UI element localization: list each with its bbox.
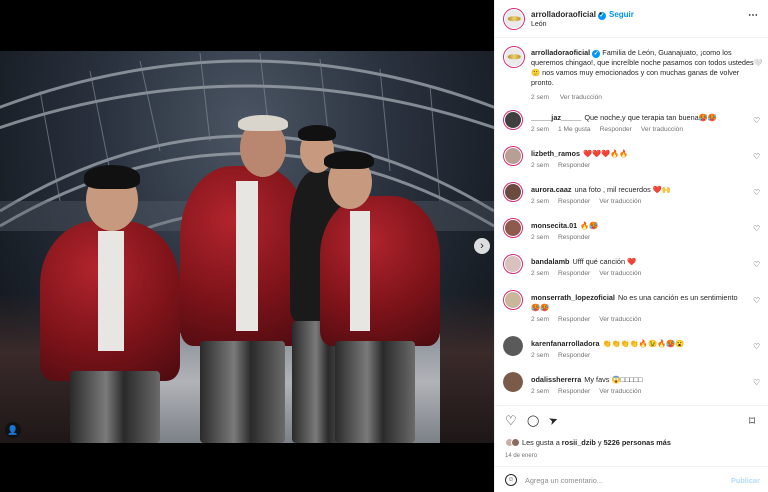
chevron-right-icon: › [480,240,484,252]
comment-time[interactable]: 2 sem [531,352,549,359]
reply-button[interactable]: Responder [558,162,590,169]
comment-time[interactable]: 2 sem [531,388,549,395]
comment-username[interactable]: aurora.caaz [531,185,572,194]
commenter-avatar[interactable] [503,146,523,166]
comment-username[interactable]: odalisshererra [531,375,581,384]
comment-text: ❤️❤️❤️🔥🔥 [583,149,629,158]
comment-icon[interactable]: ◯ [527,414,539,428]
reply-button[interactable]: Responder [558,352,590,359]
comment-username[interactable]: monserrath_lopezoficial [531,293,615,302]
comment-username[interactable]: karenfanarrolladora [531,339,600,348]
save-icon[interactable]: ⌑ [749,414,755,428]
comment-likes[interactable]: 1 Me gusta [558,126,591,133]
like-comment-icon[interactable]: ♡ [753,116,760,125]
comment-username[interactable]: monsecita.01 [531,221,577,230]
reply-button[interactable]: Responder [558,388,590,395]
comment-item: bandalamb Ufff qué canción ❤️ 2 sem Respon… [503,254,763,288]
follow-button[interactable]: Seguir [609,10,634,19]
translate-link[interactable]: Ver traducción [599,270,641,277]
commenter-avatar[interactable] [503,218,523,238]
comment-time[interactable]: 2 sem [531,234,549,241]
comment-username[interactable]: lizbeth_ramos [531,149,580,158]
like-comment-icon[interactable]: ♡ [753,152,760,161]
commenter-avatar[interactable] [503,254,523,274]
caption-avatar[interactable] [503,46,525,68]
like-comment-icon[interactable]: ♡ [753,260,760,269]
comment-item: _____jaz_____ Que noche,y que terapia tan… [503,110,763,144]
comment-text: 🔥🥵 [580,221,599,230]
comment-time[interactable]: 2 sem [531,316,549,323]
likes-count[interactable]: 5226 personas más [604,438,671,447]
separator-dot: • [599,9,602,18]
caption-time[interactable]: 2 sem [531,94,549,101]
commenter-avatar[interactable] [503,372,523,392]
reply-button[interactable]: Responder [558,234,590,241]
reply-button[interactable]: Responder [558,198,590,205]
reply-button[interactable]: Responder [558,270,590,277]
comment-item: monserrath_lopezoficial No es una canción… [503,290,763,324]
translate-link[interactable]: Ver traducción [599,388,641,395]
emoji-icon[interactable]: ☺ [505,474,517,486]
comment-time[interactable]: 2 sem [531,270,549,277]
post-side-panel: arrolladoraoficial ✓ • Seguir León ⋯ arro… [494,0,768,492]
like-comment-icon[interactable]: ♡ [753,224,760,233]
reply-button[interactable]: Responder [600,126,632,133]
comment-item: lizbeth_ramos ❤️❤️❤️🔥🔥 2 sem Responder ♡ [503,146,763,180]
comment-input[interactable] [525,473,715,487]
translate-link[interactable]: Ver traducción [641,126,683,133]
user-tag-button[interactable]: 👤 [5,422,21,438]
post-date[interactable]: 14 de enero [505,453,537,459]
location-link[interactable]: León [531,21,547,28]
likes-summary[interactable]: Les gusta a rosii_dzib y 5226 personas m… [505,438,671,447]
liker-avatar [511,438,520,447]
translate-link[interactable]: Ver traducción [599,198,641,205]
reply-button[interactable]: Responder [558,316,590,323]
share-icon[interactable]: ➤ [547,413,560,429]
comment-text: Que noche,y que terapia tan buena🥵🥵 [584,113,717,122]
next-photo-button[interactable]: › [474,238,490,254]
author-avatar[interactable] [503,8,525,30]
caption-username[interactable]: arrolladoraoficial ✓ [531,48,601,58]
publish-button[interactable]: Publicar [731,476,760,485]
post-actions: ♡ ◯ ➤ ⌑ Les gusta a rosii_dzib y 5226 pe… [495,405,768,465]
post-header: arrolladoraoficial ✓ • Seguir León ⋯ [495,0,768,38]
comment-time[interactable]: 2 sem [531,198,549,205]
user-icon: 👤 [7,425,19,435]
comment-item: karenfanarrolladora 👏👏👏👏🔥😉🔥🥵😮 2 sem Respon… [503,336,763,370]
comment-item: odalisshererra My favs 😱□□□□□ 2 sem Respon… [503,372,763,404]
comment-username[interactable]: _____jaz_____ [531,113,581,122]
verified-icon: ✓ [592,50,601,58]
liker-username[interactable]: rosii_dzib [562,438,596,447]
commenter-avatar[interactable] [503,110,523,130]
comment-username[interactable]: bandalamb [531,257,570,266]
comment-text: Ufff qué canción ❤️ [572,257,637,266]
more-options-icon[interactable]: ⋯ [748,10,759,21]
like-comment-icon[interactable]: ♡ [753,296,760,305]
like-comment-icon[interactable]: ♡ [753,188,760,197]
author-username[interactable]: arrolladoraoficial ✓ [531,10,606,20]
comment-time[interactable]: 2 sem [531,162,549,169]
commenter-avatar[interactable] [503,182,523,202]
post-media-panel: › 👤 [0,0,494,492]
comment-composer: ☺ Publicar [495,466,768,492]
translate-link[interactable]: Ver traducción [599,316,641,323]
commenter-avatar[interactable] [503,336,523,356]
caption-translate-link[interactable]: Ver traducción [560,94,602,101]
commenter-avatar[interactable] [503,290,523,310]
like-comment-icon[interactable]: ♡ [753,378,760,387]
comment-time[interactable]: 2 sem [531,126,549,133]
comment-item: monsecita.01 🔥🥵 2 sem Responder ♡ [503,218,763,252]
comment-text: una foto , mil recuerdos ❤️🙌 [574,185,672,194]
like-icon[interactable]: ♡ [505,414,517,428]
comment-text: My favs 😱□□□□□ [584,375,643,384]
comment-item: aurora.caaz una foto , mil recuerdos ❤️🙌 … [503,182,763,216]
like-comment-icon[interactable]: ♡ [753,342,760,351]
post-photo[interactable] [0,51,494,443]
comments-list[interactable]: arrolladoraoficial ✓ Familia de León, Gua… [495,38,768,404]
comment-text: 👏👏👏👏🔥😉🔥🥵😮 [602,339,685,348]
